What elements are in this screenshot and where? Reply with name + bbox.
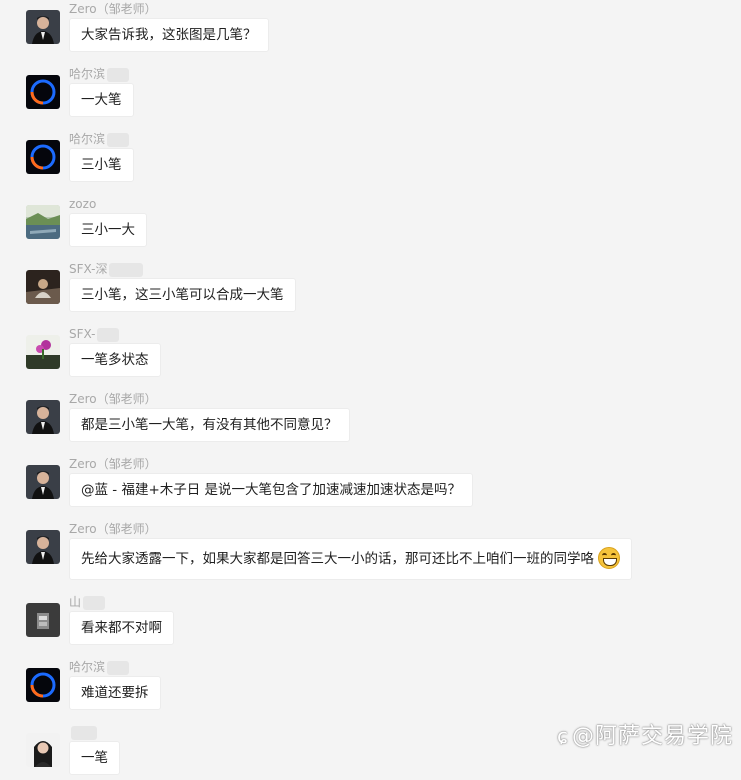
- sender-name: Zero（邹老师）: [69, 457, 157, 471]
- sender-name: SFX-: [69, 327, 120, 342]
- message-bubble[interactable]: 一笔多状态: [69, 343, 161, 377]
- message-bubble[interactable]: 一笔: [69, 741, 120, 775]
- woman-portrait-avatar[interactable]: [26, 733, 60, 767]
- man-portrait-avatar[interactable]: [26, 10, 60, 44]
- message-text: 先给大家透露一下，如果大家都是回答三大一小的话，那可还比不上咱们一班的同学咯: [81, 551, 594, 567]
- message-bubble[interactable]: 看来都不对啊: [69, 611, 174, 645]
- man-portrait-avatar[interactable]: [26, 465, 60, 499]
- sender-name: 哈尔滨: [69, 132, 130, 147]
- sender-name: 哈尔滨: [69, 67, 130, 82]
- sender-name: 哈尔滨: [69, 660, 130, 675]
- redacted-name: [107, 67, 130, 82]
- man-portrait-avatar[interactable]: [26, 400, 60, 434]
- redacted-name: [107, 660, 130, 675]
- flower-avatar[interactable]: [26, 335, 60, 369]
- message-bubble[interactable]: 三小一大: [69, 213, 147, 247]
- dark-photo-avatar[interactable]: [26, 270, 60, 304]
- blue-ring-avatar[interactable]: [26, 75, 60, 109]
- message-bubble[interactable]: 三小笔: [69, 148, 134, 182]
- sender-name: SFX-深: [69, 262, 144, 277]
- sender-name: zozo: [69, 197, 97, 211]
- grin-emoji-icon: [598, 547, 620, 569]
- message-bubble[interactable]: 三小笔，这三小笔可以合成一大笔: [69, 278, 296, 312]
- weibo-icon: ɕ: [556, 724, 569, 748]
- sender-name: [69, 725, 97, 740]
- message-bubble[interactable]: 难道还要拆: [69, 676, 161, 710]
- sender-name: Zero（邹老师）: [69, 522, 157, 536]
- message-bubble[interactable]: 先给大家透露一下，如果大家都是回答三大一小的话，那可还比不上咱们一班的同学咯: [69, 538, 632, 580]
- watermark-text: @阿萨交易学院: [571, 724, 733, 749]
- blue-ring-avatar[interactable]: [26, 140, 60, 174]
- watermark: ɕ @阿萨交易学院: [557, 718, 733, 750]
- sender-name: Zero（邹老师）: [69, 2, 157, 16]
- man-portrait-avatar[interactable]: [26, 530, 60, 564]
- redacted-name: [97, 327, 120, 342]
- blue-ring-avatar[interactable]: [26, 668, 60, 702]
- sender-name: Zero（邹老师）: [69, 392, 157, 406]
- redacted-name: [83, 595, 106, 610]
- redacted-name: [71, 725, 97, 740]
- chat-window: Zero（邹老师） 大家告诉我，这张图是几笔？ 哈尔滨 一大笔 哈尔滨 三小笔 …: [0, 0, 741, 780]
- dark-photo-avatar[interactable]: [26, 603, 60, 637]
- sender-name: 山: [69, 595, 106, 610]
- message-bubble[interactable]: 一大笔: [69, 83, 134, 117]
- redacted-name: [109, 262, 144, 277]
- redacted-name: [107, 132, 130, 147]
- message-bubble[interactable]: 大家告诉我，这张图是几笔？: [69, 18, 269, 52]
- message-bubble[interactable]: @蓝 - 福建+木子日 是说一大笔包含了加速减速加速状态是吗？: [69, 473, 474, 507]
- message-bubble[interactable]: 都是三小笔一大笔，有没有其他不同意见？: [69, 408, 350, 442]
- landscape-avatar[interactable]: [26, 205, 60, 239]
